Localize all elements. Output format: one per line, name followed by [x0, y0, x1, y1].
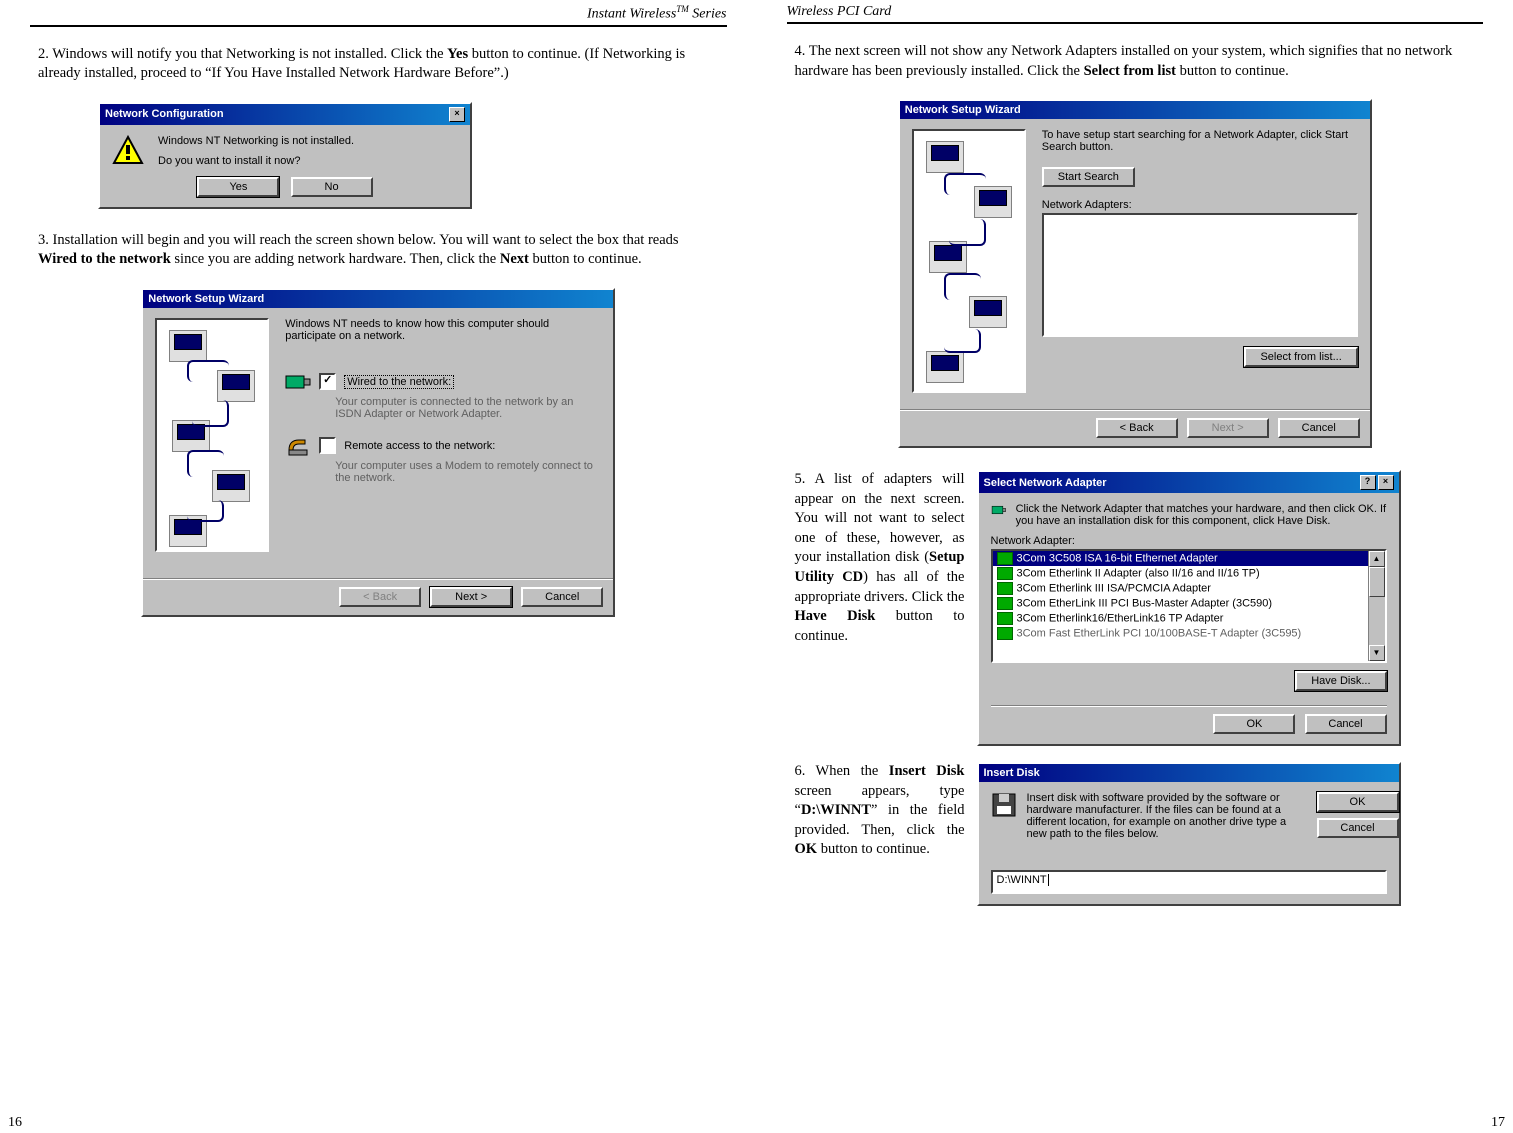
wired-checkbox[interactable]: ✓	[319, 373, 336, 390]
page-number-right: 17	[1491, 1115, 1505, 1131]
list-item: 3Com 3C508 ISA 16-bit Ethernet Adapter	[993, 551, 1385, 566]
ok-button[interactable]: OK	[1213, 714, 1295, 734]
yes-button[interactable]: Yes	[197, 177, 279, 197]
dialog-line1: Windows NT Networking is not installed.	[158, 135, 354, 147]
list-item: 3Com Fast EtherLink PCI 10/100BASE-T Ada…	[993, 626, 1385, 641]
header-left: Instant WirelessTM Series	[30, 4, 727, 27]
list-item: 3Com EtherLink III PCI Bus-Master Adapte…	[993, 596, 1385, 611]
remote-label: Remote access to the network:	[344, 440, 495, 452]
list-item: 3Com Etherlink16/EtherLink16 TP Adapter	[993, 611, 1385, 626]
warning-icon	[112, 135, 144, 167]
no-button[interactable]: No	[291, 177, 373, 197]
next-button: Next >	[1187, 418, 1269, 438]
tm-mark: TM	[676, 4, 689, 14]
list-item: 3Com Etherlink II Adapter (also II/16 an…	[993, 566, 1385, 581]
step-6-text: 6. When the Insert Disk screen appears, …	[795, 762, 965, 906]
adapter-icon	[991, 503, 1006, 527]
dialog-title: Insert Disk	[984, 767, 1040, 779]
close-icon[interactable]: ×	[1378, 475, 1394, 490]
step-4-text: 4. The next screen will not show any Net…	[795, 42, 1476, 81]
insert-disk-text: Insert disk with software provided by th…	[1027, 792, 1307, 840]
adapters-label: Network Adapters:	[1042, 199, 1358, 211]
remote-checkbox[interactable]	[319, 437, 336, 454]
back-button: < Back	[339, 587, 421, 607]
adapter-icon	[997, 567, 1013, 580]
step-3-text: 3. Installation will begin and you will …	[38, 231, 719, 270]
dialog-line2: Do you want to install it now?	[158, 155, 354, 167]
scroll-thumb[interactable]	[1369, 567, 1385, 597]
select-from-list-button[interactable]: Select from list...	[1244, 347, 1357, 367]
modem-icon	[285, 436, 311, 456]
wizard-intro: Windows NT needs to know how this comput…	[285, 318, 601, 342]
back-button[interactable]: < Back	[1096, 418, 1178, 438]
start-search-button[interactable]: Start Search	[1042, 167, 1135, 187]
dialog-title: Network Configuration	[105, 108, 224, 120]
ok-button[interactable]: OK	[1317, 792, 1399, 812]
close-icon[interactable]: ×	[449, 107, 465, 122]
list-item: 3Com Etherlink III ISA/PCMCIA Adapter	[993, 581, 1385, 596]
adapter-icon	[997, 582, 1013, 595]
wizard-graphic	[155, 318, 269, 552]
network-configuration-dialog: Network Configuration × Windows NT Netwo…	[98, 102, 472, 209]
network-setup-wizard-dialog: Network Setup Wizard	[141, 288, 615, 617]
remote-desc: Your computer uses a Modem to remotely c…	[335, 460, 601, 484]
dialog-title: Network Setup Wizard	[148, 293, 264, 305]
adapter-listbox[interactable]: 3Com 3C508 ISA 16-bit Ethernet Adapter 3…	[991, 549, 1387, 663]
search-intro: To have setup start searching for a Netw…	[1042, 129, 1358, 153]
series-name: Instant Wireless	[587, 7, 676, 22]
select-adapter-intro: Click the Network Adapter that matches y…	[1016, 503, 1387, 527]
cancel-button[interactable]: Cancel	[1317, 818, 1399, 838]
help-icon[interactable]: ?	[1360, 475, 1376, 490]
adapter-icon	[997, 597, 1013, 610]
header-right: Wireless PCI Card	[787, 4, 1484, 24]
next-button[interactable]: Next >	[430, 587, 512, 607]
path-input[interactable]: D:\WINNT	[991, 870, 1387, 894]
adapter-icon	[997, 612, 1013, 625]
adapters-listbox[interactable]	[1042, 213, 1358, 337]
dialog-title: Network Setup Wizard	[905, 104, 1021, 116]
dialog-title: Select Network Adapter	[984, 477, 1107, 489]
scroll-down-icon[interactable]: ▼	[1369, 645, 1385, 661]
series-suffix: Series	[689, 7, 727, 22]
cancel-button[interactable]: Cancel	[1278, 418, 1360, 438]
insert-disk-dialog: Insert Disk Insert disk with software pr…	[977, 762, 1401, 906]
page-number-left: 16	[8, 1115, 22, 1131]
network-card-icon	[285, 372, 311, 392]
select-network-adapter-dialog: Select Network Adapter ? × C	[977, 470, 1401, 746]
adapter-icon	[997, 552, 1013, 565]
step-2-text: 2. Windows will notify you that Networki…	[38, 45, 719, 84]
cancel-button[interactable]: Cancel	[1305, 714, 1387, 734]
floppy-icon	[991, 792, 1017, 818]
adapter-list-label: Network Adapter:	[991, 535, 1387, 547]
step-5-text: 5. A list of adapters will appear on the…	[795, 470, 965, 746]
wired-desc: Your computer is connected to the networ…	[335, 396, 601, 420]
scroll-up-icon[interactable]: ▲	[1369, 551, 1385, 567]
section-name: Wireless PCI Card	[787, 4, 892, 20]
cancel-button[interactable]: Cancel	[521, 587, 603, 607]
network-setup-wizard-adapters-dialog: Network Setup Wizard	[898, 99, 1372, 448]
wizard-graphic	[912, 129, 1026, 393]
wired-label: Wired to the network:	[344, 375, 454, 389]
have-disk-button[interactable]: Have Disk...	[1295, 671, 1386, 691]
adapter-icon	[997, 627, 1013, 640]
